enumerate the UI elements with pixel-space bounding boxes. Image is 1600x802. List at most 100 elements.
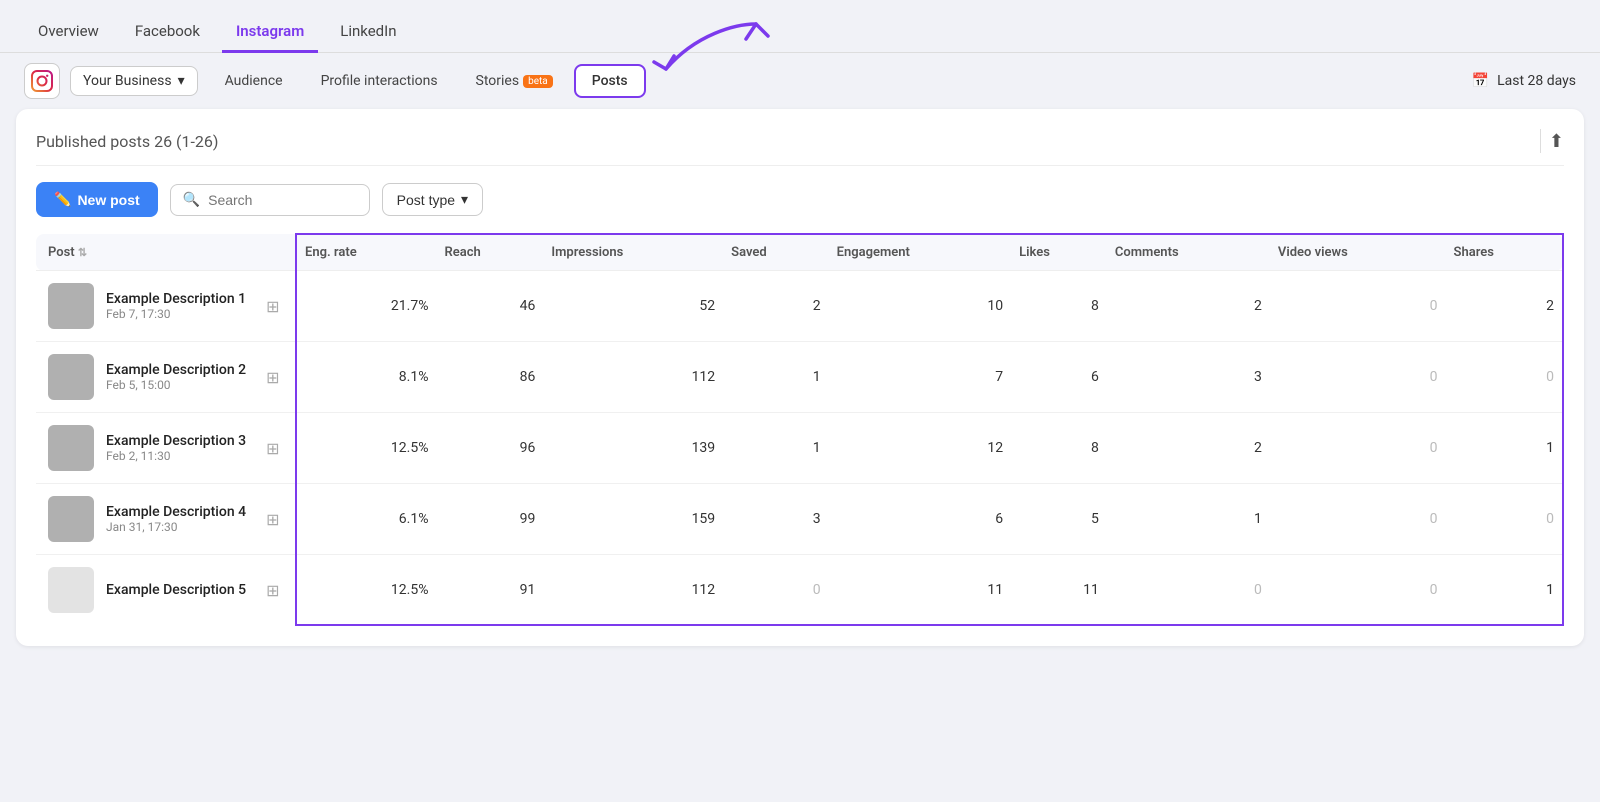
likes-cell: 5 [1011, 484, 1107, 555]
section-title: Published posts 26 (1-26) [36, 132, 218, 151]
shares-cell: 1 [1446, 555, 1563, 626]
saved-cell: 3 [723, 484, 828, 555]
saved-cell: 1 [723, 413, 828, 484]
eng-rate-cell: 8.1% [296, 342, 436, 413]
post-thumbnail [48, 567, 94, 613]
video-views-cell: 0 [1270, 342, 1446, 413]
vertical-divider [1540, 129, 1541, 153]
saved-cell: 1 [723, 342, 828, 413]
post-cell: Example Description 3 Feb 2, 11:30 ⊞ [36, 413, 296, 484]
chevron-down-icon: ▾ [178, 73, 185, 89]
sub-navigation: Your Business ▾ Audience Profile interac… [0, 53, 1600, 109]
post-type-dropdown[interactable]: Post type ▾ [382, 183, 483, 216]
header-actions: ⬆ [1540, 129, 1564, 153]
post-thumbnail [48, 283, 94, 329]
search-input-wrap: 🔍 [170, 184, 370, 216]
posts-table-wrapper: Post ⇅ Eng. rate Reach Impressions Saved [36, 233, 1564, 626]
post-cell: Example Description 5 ⊞ [36, 555, 296, 626]
likes-cell: 11 [1011, 555, 1107, 626]
likes-cell: 8 [1011, 271, 1107, 342]
business-selector[interactable]: Your Business ▾ [70, 66, 198, 96]
col-header-saved[interactable]: Saved [723, 234, 828, 271]
top-navigation: Overview Facebook Instagram LinkedIn [0, 0, 1600, 53]
post-date: Jan 31, 17:30 [106, 520, 246, 534]
table-row: Example Description 2 Feb 5, 15:00 ⊞ 8.1… [36, 342, 1563, 413]
reach-cell: 91 [436, 555, 543, 626]
video-views-cell: 0 [1270, 484, 1446, 555]
post-cell: Example Description 4 Jan 31, 17:30 ⊞ [36, 484, 296, 555]
col-header-likes[interactable]: Likes [1011, 234, 1107, 271]
post-cell: Example Description 1 Feb 7, 17:30 ⊞ [36, 271, 296, 342]
post-date: Feb 5, 15:00 [106, 378, 246, 392]
post-date: Feb 7, 17:30 [106, 307, 246, 321]
col-header-eng-rate[interactable]: Eng. rate [296, 234, 436, 271]
engagement-cell: 10 [829, 271, 1012, 342]
tab-stories[interactable]: Storiesbeta [459, 65, 570, 97]
upload-icon: ⬆ [1549, 131, 1564, 151]
col-header-post[interactable]: Post ⇅ [36, 234, 296, 271]
impressions-cell: 112 [543, 342, 723, 413]
toolbar: ✏️ New post 🔍 Post type ▾ [36, 182, 1564, 217]
col-header-shares[interactable]: Shares [1446, 234, 1563, 271]
chevron-down-icon: ▾ [461, 191, 468, 208]
comments-cell: 1 [1107, 484, 1270, 555]
sort-icon: ⇅ [78, 246, 87, 259]
video-views-cell: 0 [1270, 413, 1446, 484]
shares-cell: 0 [1446, 342, 1563, 413]
comments-cell: 0 [1107, 555, 1270, 626]
impressions-cell: 139 [543, 413, 723, 484]
video-views-cell: 0 [1270, 555, 1446, 626]
search-icon: 🔍 [183, 192, 200, 208]
comments-cell: 3 [1107, 342, 1270, 413]
comments-cell: 2 [1107, 413, 1270, 484]
calendar-icon: 📅 [1472, 73, 1489, 89]
engagement-cell: 12 [829, 413, 1012, 484]
col-header-engagement[interactable]: Engagement [829, 234, 1012, 271]
date-range-label: Last 28 days [1497, 73, 1576, 89]
impressions-cell: 52 [543, 271, 723, 342]
col-header-impressions[interactable]: Impressions [543, 234, 723, 271]
date-range-selector[interactable]: 📅 Last 28 days [1472, 73, 1576, 89]
business-name: Your Business [83, 73, 172, 89]
post-date: Feb 2, 11:30 [106, 449, 246, 463]
reach-cell: 86 [436, 342, 543, 413]
section-header: Published posts 26 (1-26) ⬆ [36, 129, 1564, 166]
video-views-cell: 0 [1270, 271, 1446, 342]
col-header-comments[interactable]: Comments [1107, 234, 1270, 271]
tab-profile-interactions[interactable]: Profile interactions [304, 65, 455, 97]
shares-cell: 2 [1446, 271, 1563, 342]
new-post-button[interactable]: ✏️ New post [36, 182, 158, 217]
tab-posts[interactable]: Posts [574, 64, 646, 98]
engagement-cell: 7 [829, 342, 1012, 413]
eng-rate-cell: 12.5% [296, 555, 436, 626]
post-type-icon: ⊞ [266, 439, 279, 458]
engagement-cell: 6 [829, 484, 1012, 555]
post-cell: Example Description 2 Feb 5, 15:00 ⊞ [36, 342, 296, 413]
post-thumbnail [48, 354, 94, 400]
posts-table: Post ⇅ Eng. rate Reach Impressions Saved [36, 233, 1564, 626]
post-description: Example Description 2 [106, 362, 246, 378]
impressions-cell: 159 [543, 484, 723, 555]
saved-cell: 2 [723, 271, 828, 342]
tab-audience[interactable]: Audience [208, 65, 300, 97]
search-input[interactable] [208, 192, 357, 208]
export-button[interactable]: ⬆ [1549, 131, 1564, 152]
post-thumbnail [48, 496, 94, 542]
post-type-icon: ⊞ [266, 581, 279, 600]
nav-item-instagram[interactable]: Instagram [222, 12, 318, 53]
table-row: Example Description 3 Feb 2, 11:30 ⊞ 12.… [36, 413, 1563, 484]
post-count: 26 (1-26) [154, 132, 218, 151]
nav-item-linkedin[interactable]: LinkedIn [326, 12, 410, 53]
table-row: Example Description 1 Feb 7, 17:30 ⊞ 21.… [36, 271, 1563, 342]
reach-cell: 96 [436, 413, 543, 484]
col-header-video-views[interactable]: Video views [1270, 234, 1446, 271]
reach-cell: 99 [436, 484, 543, 555]
engagement-cell: 11 [829, 555, 1012, 626]
nav-item-facebook[interactable]: Facebook [121, 12, 214, 53]
comments-cell: 2 [1107, 271, 1270, 342]
nav-item-overview[interactable]: Overview [24, 12, 113, 53]
eng-rate-cell: 12.5% [296, 413, 436, 484]
beta-badge: beta [523, 75, 553, 88]
col-header-reach[interactable]: Reach [436, 234, 543, 271]
instagram-logo [24, 63, 60, 99]
